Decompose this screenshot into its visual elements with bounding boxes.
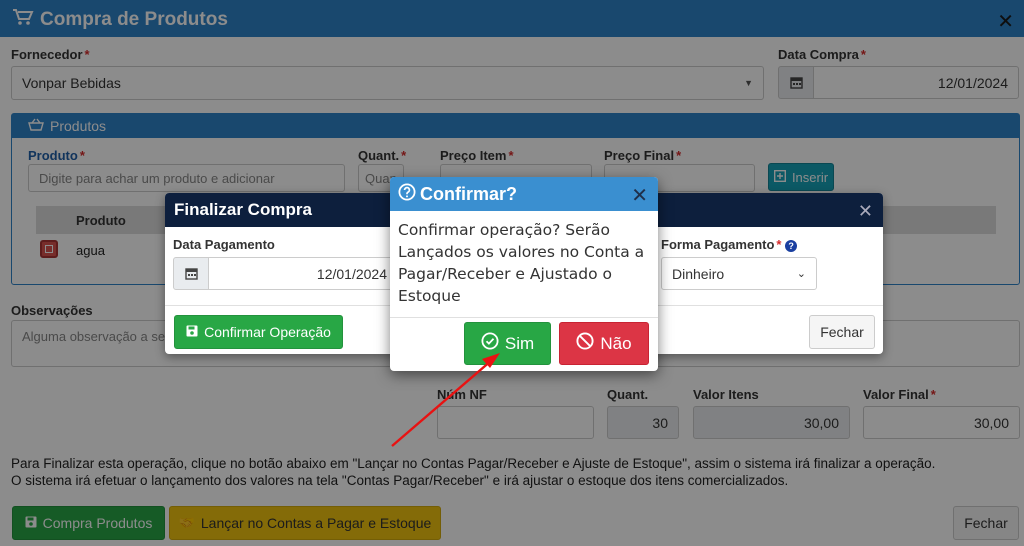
confirm-message: Confirmar operação? Serão Lançados os va… <box>398 221 645 305</box>
forma-pagamento-select[interactable]: Dinheiro ⌄ <box>661 257 817 290</box>
confirmar-operacao-button[interactable]: Confirmar Operação <box>174 315 343 349</box>
close-icon[interactable]: ✕ <box>858 201 873 222</box>
divider <box>390 317 658 318</box>
forma-pagamento-label: Forma Pagamento * ? <box>661 237 798 252</box>
ban-icon <box>576 332 594 355</box>
annotation-arrow <box>391 353 500 447</box>
nao-button[interactable]: Não <box>559 322 649 365</box>
close-icon[interactable]: ✕ <box>631 183 648 208</box>
question-circle-icon <box>398 183 416 206</box>
fechar-finalizar-button[interactable]: Fechar <box>809 315 875 349</box>
calendar-icon <box>173 257 209 290</box>
help-icon[interactable]: ? <box>785 240 798 252</box>
finalizar-title: Finalizar Compra <box>174 200 312 219</box>
confirm-title: Confirmar? <box>398 183 517 206</box>
save-icon <box>186 324 198 340</box>
chevron-down-icon: ⌄ <box>796 268 806 280</box>
data-pagamento-label: Data Pagamento <box>173 237 275 252</box>
data-pagamento-input[interactable]: 12/01/2024 <box>208 257 398 290</box>
confirm-header: Confirmar? ✕ <box>390 177 658 211</box>
